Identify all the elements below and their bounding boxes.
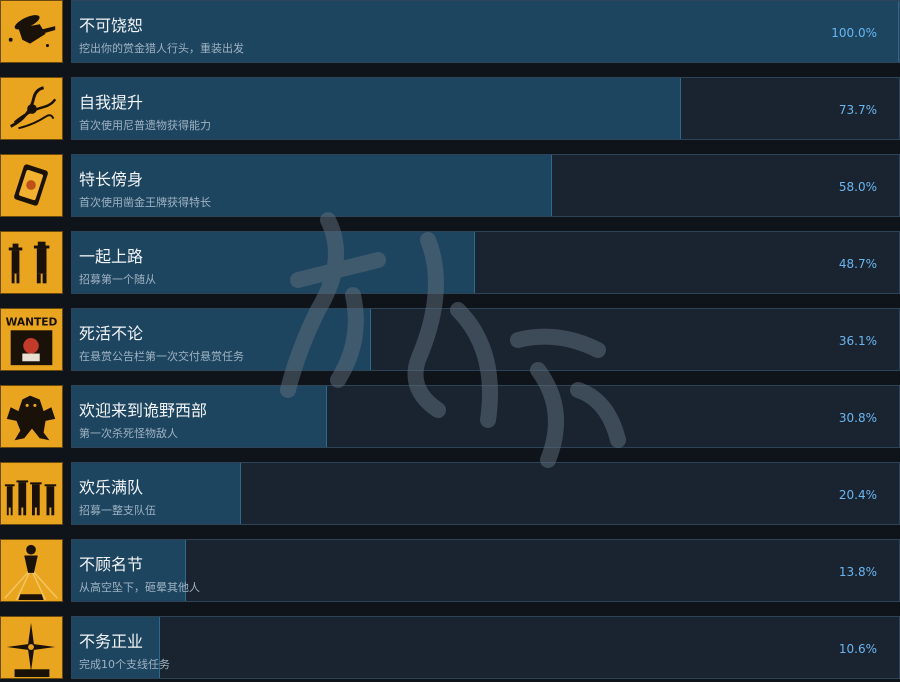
achievement-description: 招募一整支队伍 [79,504,156,517]
achievement-row: 不可饶恕 挖出你的赏金猎人行头，重装出发 100.0% [0,0,900,66]
achievement-title: 不务正业 [79,632,144,651]
achievement-description: 从高空坠下，砸晕其他人 [79,581,200,594]
monster-icon [0,385,63,448]
achievement-title: 欢迎来到诡野西部 [79,401,208,420]
achievement-description: 首次使用凿金王牌获得特长 [79,196,211,209]
achievement-title: 不顾名节 [79,555,144,574]
achievement-description: 招募第一个随从 [79,273,156,286]
achievement-panel: 不顾名节 从高空坠下，砸晕其他人 13.8% [71,539,900,602]
relic-tentacle-icon [0,77,63,140]
achievement-panel: 不务正业 完成10个支线任务 10.6% [71,616,900,679]
achievement-percent: 30.8% [838,411,877,425]
achievement-title: 死活不论 [79,324,144,343]
achievement-row: WANTED 死活不论 在悬赏公告栏第一次交付悬赏任务 36.1% [0,308,900,374]
achievement-title: 欢乐满队 [79,478,144,497]
achievement-panel: 不可饶恕 挖出你的赏金猎人行头，重装出发 100.0% [71,0,900,63]
achievement-percent: 20.4% [838,488,877,502]
achievement-panel: 特长傍身 首次使用凿金王牌获得特长 58.0% [71,154,900,217]
achievement-title: 特长傍身 [79,170,144,189]
achievement-percent: 10.6% [838,642,877,656]
achievement-description: 第一次杀死怪物敌人 [79,427,178,440]
achievement-panel: 欢迎来到诡野西部 第一次杀死怪物敌人 30.8% [71,385,900,448]
achievement-title: 自我提升 [79,93,144,112]
achievement-percent: 100.0% [831,26,877,40]
achievement-percent: 13.8% [838,565,877,579]
shooting-cowboy-icon [0,0,63,63]
achievement-panel: 自我提升 首次使用尼普遗物获得能力 73.7% [71,77,900,140]
compass-star-icon [0,616,63,679]
achievement-percent: 48.7% [838,257,877,271]
achievement-title: 一起上路 [79,247,144,266]
achievement-row: 欢迎来到诡野西部 第一次杀死怪物敌人 30.8% [0,385,900,451]
achievement-row: 自我提升 首次使用尼普遗物获得能力 73.7% [0,77,900,143]
achievement-row: 一起上路 招募第一个随从 48.7% [0,231,900,297]
achievement-description: 首次使用尼普遗物获得能力 [79,119,211,132]
achievement-percent: 36.1% [838,334,877,348]
achievement-row: 特长傍身 首次使用凿金王牌获得特长 58.0% [0,154,900,220]
achievement-row: 不顾名节 从高空坠下，砸晕其他人 13.8% [0,539,900,605]
two-cowboys-icon [0,231,63,294]
falling-figure-icon [0,539,63,602]
achievement-description: 在悬赏公告栏第一次交付悬赏任务 [79,350,244,363]
posse-icon [0,462,63,525]
achievement-title: 不可饶恕 [79,16,144,35]
achievement-percent: 73.7% [838,103,877,117]
achievement-row: 不务正业 完成10个支线任务 10.6% [0,616,900,682]
achievement-row: 欢乐满队 招募一整支队伍 20.4% [0,462,900,528]
wanted-poster-text: WANTED [6,315,58,328]
achievement-description: 挖出你的赏金猎人行头，重装出发 [79,42,244,55]
achievement-panel: 欢乐满队 招募一整支队伍 20.4% [71,462,900,525]
achievement-percent: 58.0% [838,180,877,194]
achievement-panel: 死活不论 在悬赏公告栏第一次交付悬赏任务 36.1% [71,308,900,371]
wanted-poster-icon: WANTED [0,308,63,371]
golden-card-icon [0,154,63,217]
achievement-description: 完成10个支线任务 [79,658,170,671]
achievement-panel: 一起上路 招募第一个随从 48.7% [71,231,900,294]
